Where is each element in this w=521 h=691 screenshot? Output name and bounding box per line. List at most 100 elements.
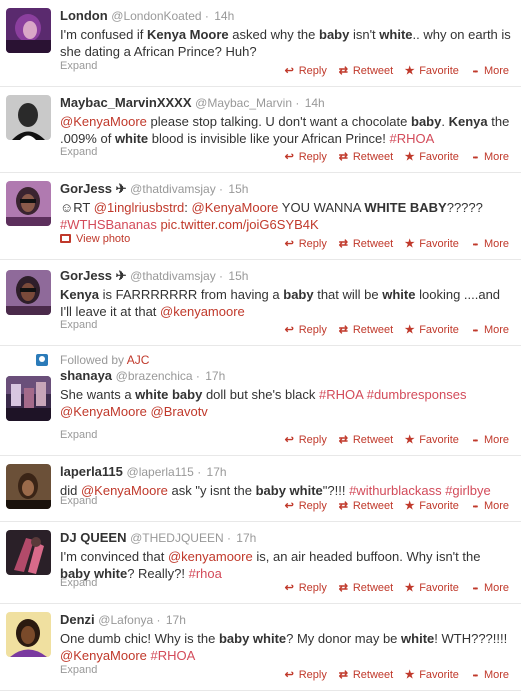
author-username[interactable]: @laperla115	[127, 465, 194, 479]
favorite-button[interactable]: ★ Favorite	[403, 433, 459, 446]
reply-button[interactable]: ↩ Reply	[283, 323, 327, 336]
tweet-item[interactable]: Denzi @Lafonya · 17h One dumb chic! Why i…	[0, 604, 521, 691]
tweet-item[interactable]: laperla115 @laperla115 · 17h did @KenyaMo…	[0, 456, 521, 522]
reply-button[interactable]: ↩ Reply	[283, 668, 327, 681]
avatar[interactable]	[6, 181, 51, 226]
separator-dot: ·	[215, 182, 227, 196]
tweet-timestamp[interactable]: 17h	[236, 531, 256, 545]
tweet-timestamp[interactable]: 17h	[205, 369, 225, 383]
author-fullname[interactable]: DJ QUEEN	[60, 530, 126, 545]
author-username[interactable]: @Lafonya	[98, 613, 153, 627]
more-button-label: More	[483, 151, 509, 163]
expand-link[interactable]: Expand	[60, 577, 97, 589]
mention-link[interactable]: @Bravotv	[151, 404, 208, 419]
expand-link[interactable]: Expand	[60, 664, 97, 676]
author-username[interactable]: @brazenchica	[116, 369, 193, 383]
author-username[interactable]: @LondonKoated	[111, 9, 201, 23]
favorite-button[interactable]: ★ Favorite	[403, 237, 459, 250]
expand-link[interactable]: Expand	[60, 146, 97, 158]
author-fullname[interactable]: shanaya	[60, 368, 112, 383]
tweet-item[interactable]: DJ QUEEN @THEDJQUEEN · 17h I'm convinced …	[0, 522, 521, 604]
favorite-button[interactable]: ★ Favorite	[403, 323, 459, 336]
reply-button[interactable]: ↩ Reply	[283, 150, 327, 163]
reply-button[interactable]: ↩ Reply	[283, 237, 327, 250]
retweet-button[interactable]: ⇄ Retweet	[337, 150, 393, 163]
favorite-button[interactable]: ★ Favorite	[403, 499, 459, 512]
retweet-button[interactable]: ⇄ Retweet	[337, 581, 393, 594]
tweet-item[interactable]: GorJess ✈ @thatdivamsjay · 15h Kenya is F…	[0, 260, 521, 346]
more-button[interactable]: ••• More	[469, 582, 509, 594]
hashtag-link[interactable]: #dumbresponses	[367, 387, 467, 402]
favorite-button[interactable]: ★ Favorite	[403, 64, 459, 77]
author-fullname[interactable]: laperla115	[60, 464, 123, 479]
hashtag-link[interactable]: #WTHSBananas	[60, 217, 157, 232]
author-fullname[interactable]: Maybac_MarvinXXXX	[60, 95, 192, 110]
more-button[interactable]: ••• More	[469, 500, 509, 512]
author-fullname[interactable]: Denzi	[60, 612, 95, 627]
avatar[interactable]	[6, 8, 51, 53]
tweet-timestamp[interactable]: 15h	[228, 182, 248, 196]
hashtag-link[interactable]: #RHOA	[151, 648, 196, 663]
reply-icon: ↩	[284, 324, 294, 336]
mention-link[interactable]: @KenyaMoore	[60, 114, 147, 129]
avatar[interactable]	[6, 95, 51, 140]
expand-link[interactable]: Expand	[60, 495, 97, 507]
view-photo-link[interactable]: View photo	[60, 233, 130, 245]
tweet-timestamp[interactable]: 14h	[214, 9, 234, 23]
tweet-item[interactable]: Maybac_MarvinXXXX @Maybac_Marvin · 14h @K…	[0, 87, 521, 173]
retweet-button[interactable]: ⇄ Retweet	[337, 237, 393, 250]
mention-link[interactable]: @KenyaMoore	[192, 200, 279, 215]
tweet-item[interactable]: London @LondonKoated · 14h I'm confused i…	[0, 0, 521, 87]
author-username[interactable]: @THEDJQUEEN	[130, 531, 224, 545]
mention-link[interactable]: @KenyaMoore	[60, 404, 147, 419]
hashtag-link[interactable]: #RHOA	[319, 387, 363, 402]
mention-link[interactable]: @kenyamoore	[168, 549, 253, 564]
avatar[interactable]	[6, 270, 51, 315]
avatar[interactable]	[6, 376, 51, 421]
reply-button[interactable]: ↩ Reply	[283, 64, 327, 77]
favorite-button[interactable]: ★ Favorite	[403, 581, 459, 594]
author-fullname[interactable]: GorJess ✈	[60, 268, 127, 283]
more-button[interactable]: ••• More	[469, 151, 509, 163]
author-fullname[interactable]: London	[60, 8, 108, 23]
expand-link[interactable]: Expand	[60, 429, 97, 441]
tweet-timestamp[interactable]: 14h	[305, 96, 325, 110]
avatar[interactable]	[6, 612, 51, 657]
author-username[interactable]: @Maybac_Marvin	[195, 96, 292, 110]
more-button[interactable]: ••• More	[469, 65, 509, 77]
retweet-button[interactable]: ⇄ Retweet	[337, 64, 393, 77]
reply-icon: ↩	[284, 434, 294, 446]
tweet-timestamp[interactable]: 17h	[166, 613, 186, 627]
favorite-button[interactable]: ★ Favorite	[403, 150, 459, 163]
avatar[interactable]	[6, 464, 51, 509]
tweet-item[interactable]: GorJess ✈ @thatdivamsjay · 15h ☺RT @1ingl…	[0, 173, 521, 260]
more-button[interactable]: ••• More	[469, 238, 509, 250]
more-button[interactable]: ••• More	[469, 434, 509, 446]
expand-link[interactable]: Expand	[60, 60, 97, 72]
retweet-button[interactable]: ⇄ Retweet	[337, 433, 393, 446]
tweet-item[interactable]: Followed by AJC shanaya @brazenchica · 17…	[0, 346, 521, 456]
followed-by-user-link[interactable]: AJC	[127, 353, 150, 367]
author-username[interactable]: @thatdivamsjay	[130, 182, 216, 196]
mention-link[interactable]: pic.twitter.com/joiG6SYB4K	[160, 217, 318, 232]
retweet-button[interactable]: ⇄ Retweet	[337, 499, 393, 512]
followed-by-context: Followed by AJC	[36, 346, 513, 368]
mention-link[interactable]: @1inglriusbstrd	[94, 200, 185, 215]
tweet-timestamp[interactable]: 17h	[207, 465, 227, 479]
author-username[interactable]: @thatdivamsjay	[130, 269, 216, 283]
retweet-button[interactable]: ⇄ Retweet	[337, 323, 393, 336]
favorite-button[interactable]: ★ Favorite	[403, 668, 459, 681]
mention-link[interactable]: @KenyaMoore	[60, 648, 147, 663]
more-button[interactable]: ••• More	[469, 669, 509, 681]
reply-button[interactable]: ↩ Reply	[283, 433, 327, 446]
avatar[interactable]	[6, 530, 51, 575]
more-button[interactable]: ••• More	[469, 324, 509, 336]
reply-button[interactable]: ↩ Reply	[283, 499, 327, 512]
expand-link[interactable]: Expand	[60, 319, 97, 331]
retweet-button[interactable]: ⇄ Retweet	[337, 668, 393, 681]
more-dots-icon: •••	[472, 69, 478, 76]
tweet-actions: ↩ Reply ⇄ Retweet ★ Favorite ••• More	[273, 668, 509, 681]
author-fullname[interactable]: GorJess ✈	[60, 181, 127, 196]
reply-button[interactable]: ↩ Reply	[283, 581, 327, 594]
tweet-timestamp[interactable]: 15h	[228, 269, 248, 283]
